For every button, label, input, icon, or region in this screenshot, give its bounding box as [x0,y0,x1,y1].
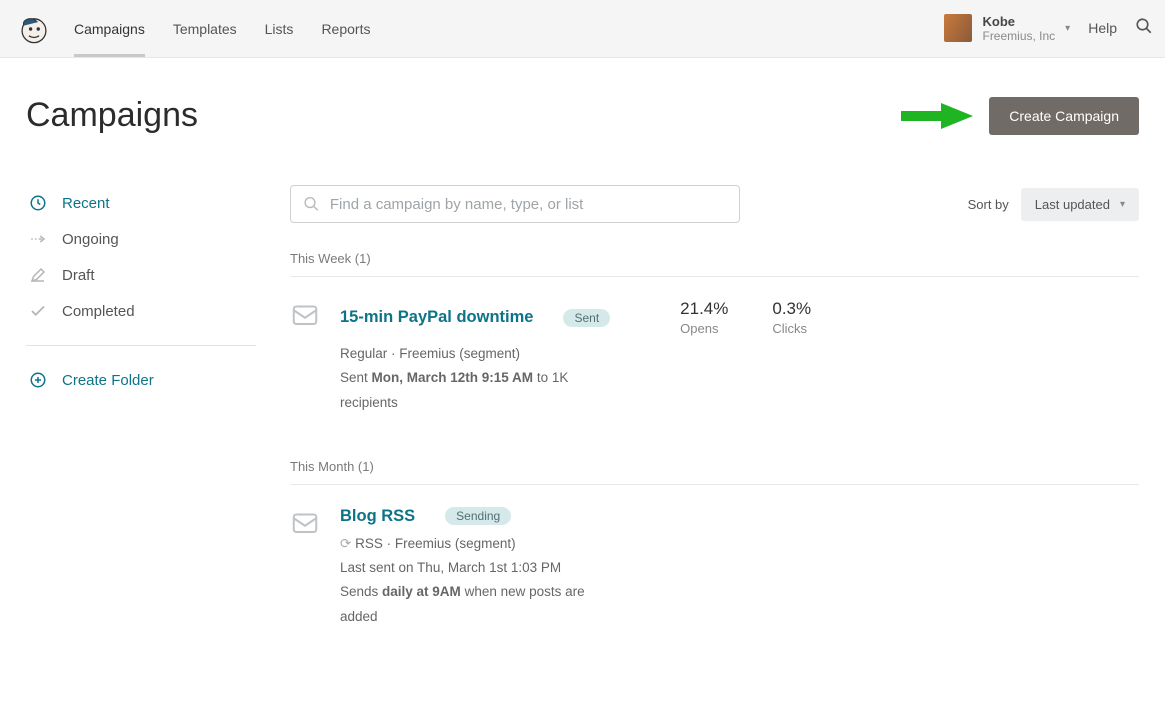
nav-lists[interactable]: Lists [265,1,294,57]
create-folder-label: Create Folder [62,372,154,389]
account-switcher[interactable]: Kobe Freemius, Inc ▾ [944,14,1070,44]
sidebar: Recent Ongoing Draft Completed [26,185,256,673]
sort-label: Sort by [968,197,1009,212]
main-content: Sort by Last updated ▾ This Week (1) [290,185,1139,673]
clock-icon [28,193,48,213]
stat-label: Clicks [772,321,811,336]
page-header: Campaigns Create Campaign [26,96,1139,135]
create-campaign-button[interactable]: Create Campaign [989,97,1139,135]
sidebar-item-label: Completed [62,303,135,320]
sidebar-item-completed[interactable]: Completed [26,293,256,329]
rss-refresh-icon: ⟳ [340,536,351,551]
campaign-title-link[interactable]: Blog RSS [340,507,415,526]
toolbar: Sort by Last updated ▾ [290,185,1139,223]
arrow-dashed-icon [28,229,48,249]
section-header: This Week (1) [290,251,1139,277]
sidebar-item-draft[interactable]: Draft [26,257,256,293]
search-input[interactable] [330,196,727,213]
search-icon[interactable] [1135,17,1153,40]
status-badge: Sending [445,507,511,525]
pencil-icon [28,265,48,285]
campaign-row: 15-min PayPal downtime Sent 21.4% Opens … [290,295,1139,423]
account-org: Freemius, Inc [982,29,1055,43]
campaign-title-link[interactable]: 15-min PayPal downtime [340,308,533,327]
avatar [944,14,972,42]
campaign-detail-line: Last sent on Thu, March 1st 1:03 PM [340,556,600,580]
sidebar-item-recent[interactable]: Recent [26,185,256,221]
sidebar-divider [26,345,256,346]
page-title: Campaigns [26,96,198,135]
sidebar-item-label: Recent [62,195,110,212]
help-link[interactable]: Help [1088,20,1117,36]
stat-clicks: 0.3% Clicks [772,299,811,336]
primary-nav: Campaigns Templates Lists Reports [74,1,370,57]
account-name: Kobe [982,14,1055,30]
chevron-down-icon: ▾ [1120,199,1125,210]
stat-label: Opens [680,321,728,336]
nav-reports[interactable]: Reports [321,1,370,57]
sidebar-item-label: Draft [62,267,95,284]
create-folder-button[interactable]: Create Folder [26,362,256,398]
sidebar-item-ongoing[interactable]: Ongoing [26,221,256,257]
chevron-down-icon: ▾ [1065,23,1070,34]
campaign-meta: ⟳ RSS · Freemius (segment) Last sent on … [340,532,600,629]
search-box[interactable] [290,185,740,223]
sort-value: Last updated [1035,197,1110,212]
brand-logo[interactable] [12,7,56,51]
campaign-detail-line: Sends daily at 9AM when new posts are ad… [340,580,600,629]
campaign-meta: Regular · Freemius (segment) Sent Mon, M… [340,342,600,415]
campaign-type-line: ⟳ RSS · Freemius (segment) [340,532,600,556]
sort-select[interactable]: Last updated ▾ [1021,188,1139,221]
stat-opens: 21.4% Opens [680,299,728,336]
section-this-week: This Week (1) 15-min PayPal downtime Sen… [290,251,1139,423]
plus-circle-icon [28,370,48,390]
annotation-arrow [901,101,975,131]
top-bar: Campaigns Templates Lists Reports Kobe F… [0,0,1165,58]
section-header: This Month (1) [290,459,1139,485]
campaign-type-line: Regular · Freemius (segment) [340,342,600,366]
nav-templates[interactable]: Templates [173,1,237,57]
envelope-icon [290,507,320,537]
nav-campaigns[interactable]: Campaigns [74,1,145,57]
stat-value: 0.3% [772,299,811,319]
section-this-month: This Month (1) Blog RSS Sending ⟳ RSS · … [290,459,1139,637]
check-icon [28,301,48,321]
status-badge: Sent [563,309,610,327]
stat-value: 21.4% [680,299,728,319]
envelope-icon [290,299,320,329]
campaign-row: Blog RSS Sending ⟳ RSS · Freemius (segme… [290,503,1139,637]
sidebar-item-label: Ongoing [62,231,119,248]
